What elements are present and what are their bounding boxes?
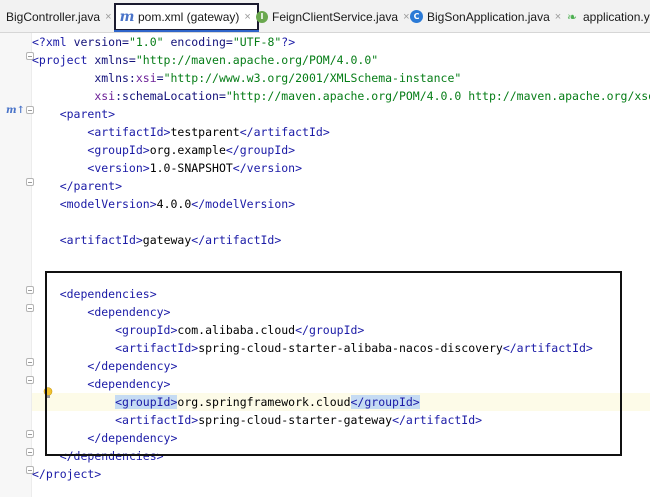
code-line-1: <?xml version="1.0" encoding="UTF-8"?> (32, 35, 296, 49)
tab-label: BigController.java (6, 9, 101, 24)
tab-bigsonapplication[interactable]: C BigSonApplication.java × (410, 0, 561, 32)
tab-bigcontroller[interactable]: BigController.java × (6, 0, 112, 32)
code-line-20: <dependency> (87, 377, 171, 391)
maven-override-icon[interactable]: m↑ (6, 105, 25, 116)
code-line-9: </parent> (59, 179, 123, 193)
code-line-15: <dependencies> (59, 287, 157, 301)
code-line-10: <modelVersion>4.0.0</modelVersion> (59, 197, 296, 211)
code-line-4: xsi:schemaLocation="http://maven.apache.… (94, 89, 650, 103)
interface-icon: I (256, 10, 268, 23)
code-line-7: <groupId>org.example</groupId> (87, 143, 296, 157)
matched-tag-highlight: </groupId> (350, 395, 420, 409)
yaml-leaf-icon: ❧ (566, 9, 578, 24)
code-line-8: <version>1.0-SNAPSHOT</version> (87, 161, 303, 175)
lightbulb-icon[interactable] (43, 387, 53, 399)
code-line-21: <groupId>org.springframework.cloud</grou… (32, 393, 650, 411)
code-editor[interactable]: <?xml version="1.0" encoding="UTF-8"?> <… (32, 33, 650, 497)
tab-application-yml[interactable]: ❧ application.ym (565, 0, 650, 32)
code-line-25: </project> (32, 467, 102, 481)
code-line-24: </dependencies> (59, 449, 164, 463)
code-line-16: <dependency> (87, 305, 171, 319)
maven-icon: m (119, 9, 135, 25)
code-line-12: <artifactId>gateway</artifactId> (59, 233, 282, 247)
editor-gutter (0, 33, 32, 497)
code-line-6: <artifactId>testparent</artifactId> (87, 125, 330, 139)
code-line-3: xmlns:xsi="http://www.w3.org/2001/XMLSch… (94, 71, 462, 85)
tab-feignclientservice[interactable]: I FeignClientService.java × (256, 0, 410, 32)
tab-label: FeignClientService.java (272, 9, 399, 24)
tab-pom-xml-gateway[interactable]: m pom.xml (gateway) × (114, 3, 259, 32)
code-line-17: <groupId>com.alibaba.cloud</groupId> (115, 323, 365, 337)
close-icon[interactable]: × (244, 11, 250, 23)
tab-label: pom.xml (gateway) (138, 10, 240, 24)
code-line-2: <project xmlns="http://maven.apache.org/… (32, 53, 379, 67)
matched-tag-highlight: <groupId> (115, 395, 178, 409)
close-icon[interactable]: × (105, 11, 111, 23)
close-icon[interactable]: × (555, 11, 561, 23)
code-line-23: </dependency> (87, 431, 178, 445)
code-line-19: </dependency> (87, 359, 178, 373)
code-line-18: <artifactId>spring-cloud-starter-alibaba… (115, 341, 593, 355)
tab-label: BigSonApplication.java (427, 9, 550, 24)
code-line-5: <parent> (59, 107, 116, 121)
close-icon[interactable]: × (403, 11, 409, 23)
code-line-22: <artifactId>spring-cloud-starter-gateway… (115, 413, 483, 427)
tab-label: application.ym (583, 9, 650, 24)
editor-tab-bar: BigController.java × m pom.xml (gateway)… (0, 0, 650, 33)
spring-class-icon: C (410, 10, 423, 23)
